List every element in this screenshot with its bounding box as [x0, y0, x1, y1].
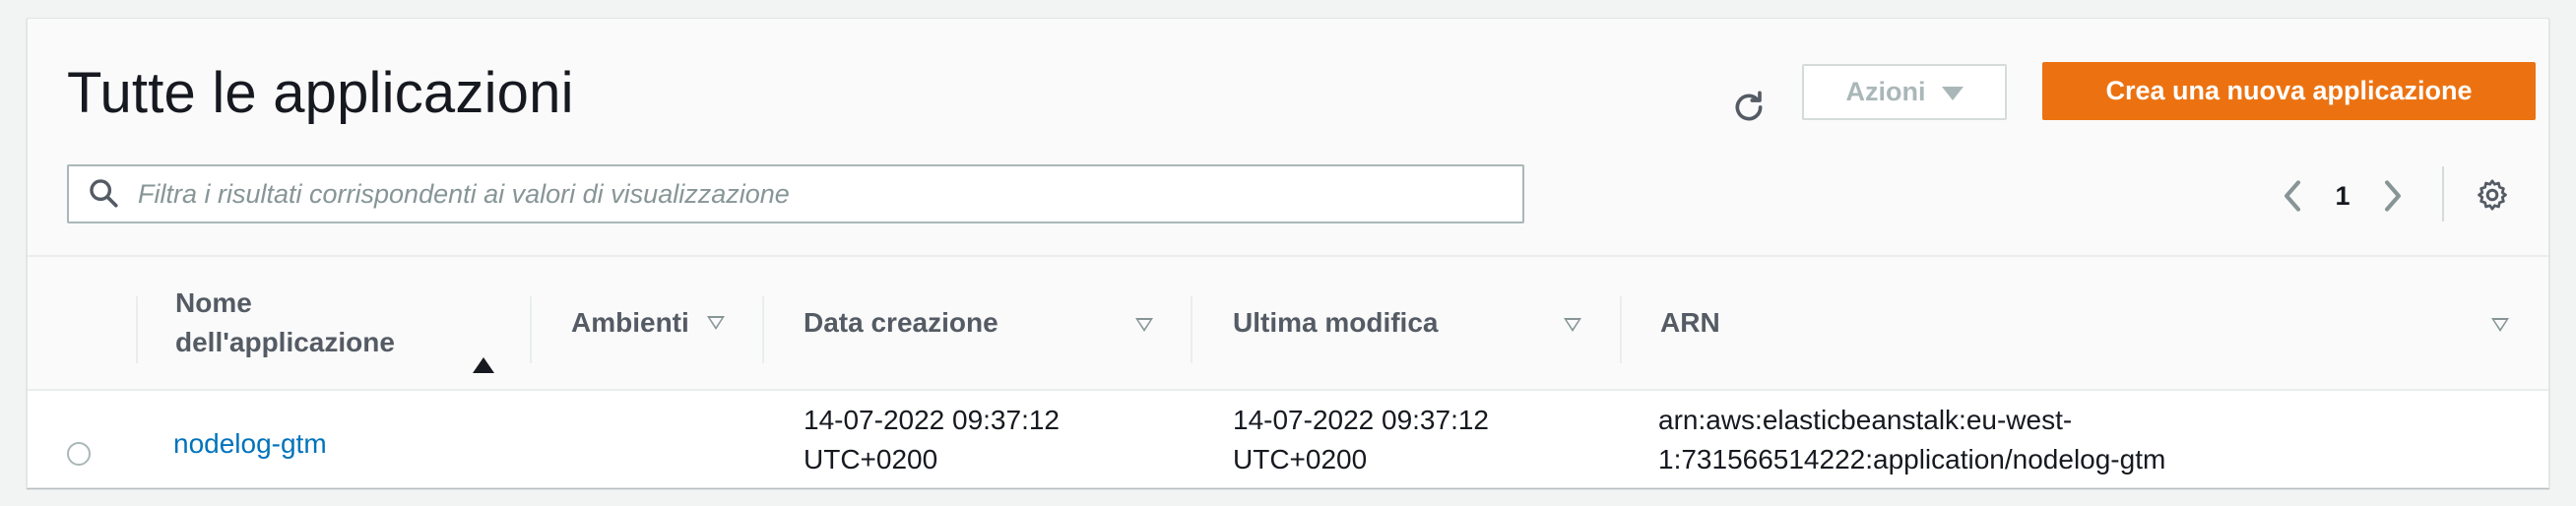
column-header-arn[interactable]: ARN — [1660, 257, 1720, 389]
next-page-button[interactable] — [2373, 176, 2413, 216]
sort-caret-icon — [1135, 318, 1153, 332]
column-separator — [136, 296, 138, 363]
application-name-link[interactable]: nodelog-gtm — [173, 424, 327, 464]
actions-dropdown-button[interactable]: Azioni — [1802, 64, 2007, 120]
created-date: 14-07-2022 09:37:12 — [804, 405, 1060, 435]
current-page-number[interactable]: 1 — [2312, 181, 2373, 212]
column-header-created[interactable]: Data creazione — [804, 257, 998, 389]
search-icon — [87, 176, 122, 212]
column-header-environments-label: Ambienti — [571, 307, 689, 338]
gear-icon — [2478, 179, 2507, 211]
create-application-label: Crea una nuova applicazione — [2105, 76, 2473, 105]
column-header-modified-label: Ultima modifica — [1233, 307, 1439, 338]
caret-down-icon — [1941, 86, 1964, 100]
column-header-name-line2: dell'applicazione — [175, 327, 395, 357]
column-separator — [1191, 296, 1192, 363]
created-cell: 14-07-2022 09:37:12 UTC+0200 — [804, 401, 1060, 479]
sort-caret-icon — [1564, 318, 1581, 332]
pagination: 1 — [2273, 176, 2413, 216]
modified-cell: 14-07-2022 09:37:12 UTC+0200 — [1233, 401, 1489, 479]
column-header-name-label: Nome dell'applicazione — [175, 284, 395, 362]
column-header-modified[interactable]: Ultima modifica — [1233, 257, 1438, 389]
applications-panel: Tutte le applicazioni Azioni Crea una nu… — [27, 18, 2549, 488]
arn-line-1: arn:aws:elasticbeanstalk:eu-west- — [1658, 405, 2073, 435]
actions-label: Azioni — [1845, 77, 1926, 106]
created-timezone: UTC+0200 — [804, 444, 938, 474]
refresh-icon — [1735, 91, 1763, 121]
search-field[interactable] — [67, 164, 1524, 223]
previous-page-button[interactable] — [2273, 176, 2312, 216]
sort-caret-icon — [2491, 318, 2509, 332]
table-header: Nome dell'applicazione Ambienti Data cre… — [28, 255, 2548, 391]
column-header-name-line1: Nome — [175, 287, 252, 318]
column-header-environments[interactable]: Ambienti — [571, 257, 725, 389]
column-header-arn-label: ARN — [1660, 307, 1720, 338]
modified-date: 14-07-2022 09:37:12 — [1233, 405, 1489, 435]
sort-ascending-icon — [473, 357, 494, 373]
chevron-right-icon — [2385, 180, 2401, 212]
preferences-button[interactable] — [2470, 172, 2515, 218]
modified-timezone: UTC+0200 — [1233, 444, 1368, 474]
column-header-name[interactable]: Nome dell'applicazione — [175, 257, 395, 389]
arn-cell: arn:aws:elasticbeanstalk:eu-west- 1:7315… — [1658, 401, 2165, 479]
chevron-left-icon — [2285, 180, 2300, 212]
column-separator — [762, 296, 764, 363]
arn-line-2: 1:731566514222:application/nodelog-gtm — [1658, 444, 2166, 474]
table-row[interactable]: nodelog-gtm 14-07-2022 09:37:12 UTC+0200… — [28, 391, 2548, 487]
search-input[interactable] — [136, 177, 1522, 211]
page-title: Tutte le applicazioni — [67, 61, 574, 125]
refresh-button[interactable] — [1721, 80, 1776, 135]
column-separator — [530, 296, 532, 363]
column-header-created-label: Data creazione — [804, 307, 998, 338]
sort-caret-icon — [706, 316, 725, 330]
column-separator — [1620, 296, 1622, 363]
create-application-button[interactable]: Crea una nuova applicazione — [2042, 62, 2536, 120]
row-select-radio[interactable] — [67, 442, 91, 466]
pagination-divider — [2442, 166, 2444, 221]
